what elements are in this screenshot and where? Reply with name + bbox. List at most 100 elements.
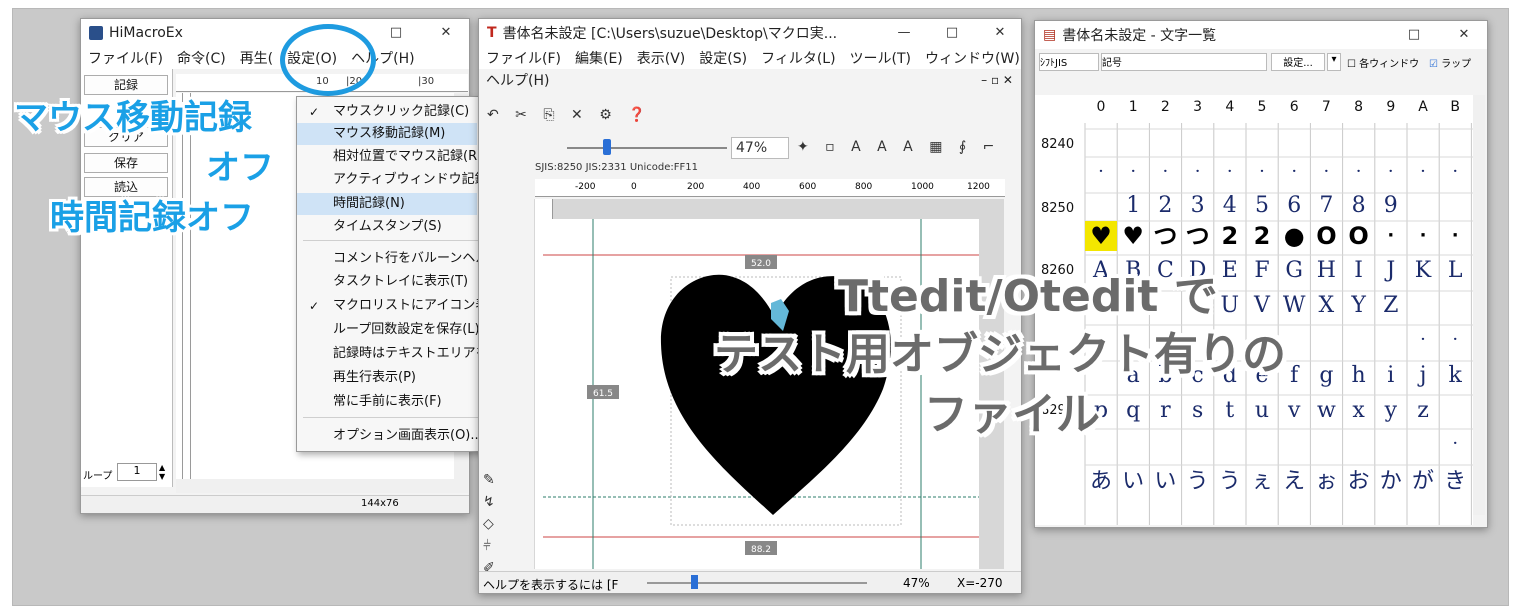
tool-palette[interactable]: ✎ ↯ ◇ ⫩ ✐ — [479, 199, 511, 589]
char-cell[interactable]: w — [1310, 395, 1342, 427]
char-cell[interactable]: 6 — [1278, 193, 1310, 219]
char-cell[interactable] — [1343, 325, 1375, 355]
maximize-icon[interactable]: □ — [1401, 25, 1427, 45]
char-cell[interactable] — [1278, 129, 1310, 157]
char-cell[interactable]: Y — [1343, 291, 1375, 321]
set-button[interactable]: 設定... — [1271, 53, 1325, 71]
char-cell[interactable]: q — [1117, 395, 1149, 427]
char-cell[interactable]: 9 — [1375, 193, 1407, 219]
zoom-slider-thumb[interactable] — [603, 139, 611, 155]
char-cell[interactable]: あ — [1085, 465, 1117, 499]
char-cell[interactable]: う — [1214, 465, 1246, 499]
char-cell[interactable] — [1310, 429, 1342, 459]
char-cell[interactable]: · — [1439, 429, 1471, 459]
char-cell[interactable] — [1246, 129, 1278, 157]
ttedit-menu-item[interactable]: ツール(T) — [843, 48, 918, 68]
char-cell[interactable]: O — [1310, 221, 1342, 251]
char-cell[interactable]: 1 — [1117, 193, 1149, 219]
status-zoom-slider[interactable] — [647, 582, 867, 584]
char-cell[interactable]: i — [1375, 361, 1407, 391]
save-button[interactable]: 保存 — [84, 153, 168, 173]
char-cell[interactable]: g — [1310, 361, 1342, 391]
char-cell[interactable] — [1439, 291, 1471, 321]
char-cell[interactable]: ♥ — [1117, 221, 1149, 251]
vertical-scrollbar[interactable] — [1473, 95, 1485, 515]
char-cell[interactable]: y — [1375, 395, 1407, 427]
char-cell[interactable]: · — [1182, 157, 1214, 187]
char-cell[interactable]: ● — [1278, 221, 1310, 251]
char-cell[interactable]: か — [1375, 465, 1407, 499]
maximize-icon[interactable]: □ — [939, 23, 965, 43]
char-cell[interactable]: · — [1439, 221, 1471, 251]
char-cell[interactable]: · — [1085, 157, 1117, 187]
char-cell[interactable]: r — [1149, 395, 1181, 427]
char-cell[interactable]: う — [1182, 465, 1214, 499]
horizontal-scrollbar[interactable] — [176, 479, 454, 493]
char-cell[interactable]: つ — [1149, 221, 1181, 251]
ttedit-menu-item[interactable]: 設定(S) — [692, 48, 754, 68]
char-cell[interactable]: · — [1407, 157, 1439, 187]
ttedit-menu-item[interactable]: 表示(V) — [630, 48, 693, 68]
char-cell[interactable] — [1182, 429, 1214, 459]
char-cell[interactable] — [1085, 129, 1117, 157]
char-cell[interactable]: K — [1407, 255, 1439, 287]
char-cell[interactable]: U — [1214, 291, 1246, 321]
char-cell[interactable] — [1407, 291, 1439, 321]
char-cell[interactable] — [1375, 429, 1407, 459]
char-cell[interactable]: · — [1117, 157, 1149, 187]
char-cell[interactable]: ぉ — [1310, 465, 1342, 499]
ttedit-menu-item[interactable]: ウィンドウ(W) — [918, 48, 1021, 68]
char-cell[interactable]: · — [1407, 325, 1439, 355]
char-cell[interactable]: z — [1407, 395, 1439, 427]
char-cell[interactable]: V — [1246, 291, 1278, 321]
menu-command[interactable]: 命令(C) — [170, 48, 233, 68]
char-cell[interactable]: え — [1278, 465, 1310, 499]
loop-count-input[interactable]: 1 — [117, 463, 157, 481]
char-cell[interactable] — [1310, 325, 1342, 355]
menu-help[interactable]: ヘルプ(H) — [479, 70, 556, 90]
char-cell[interactable]: F — [1246, 255, 1278, 287]
char-cell[interactable]: G — [1278, 255, 1310, 287]
char-cell[interactable] — [1343, 429, 1375, 459]
char-cell[interactable]: つ — [1182, 221, 1214, 251]
char-cell[interactable]: 5 — [1246, 193, 1278, 219]
char-cell[interactable]: · — [1375, 221, 1407, 251]
char-cell[interactable]: x — [1343, 395, 1375, 427]
char-cell[interactable]: h — [1343, 361, 1375, 391]
char-cell[interactable] — [1343, 129, 1375, 157]
char-cell[interactable]: 2 — [1214, 221, 1246, 251]
char-cell[interactable] — [1117, 129, 1149, 157]
ttedit-menu-item[interactable]: ファイル(F) — [479, 48, 568, 68]
char-cell[interactable] — [1439, 129, 1471, 157]
close-icon[interactable]: ✕ — [433, 23, 459, 43]
char-cell[interactable]: u — [1246, 395, 1278, 427]
maximize-icon[interactable]: □ — [383, 23, 409, 43]
char-cell[interactable] — [1407, 129, 1439, 157]
char-cell[interactable]: X — [1310, 291, 1342, 321]
char-cell[interactable]: き — [1439, 465, 1471, 499]
char-cell[interactable] — [1214, 129, 1246, 157]
char-cell[interactable]: · — [1343, 157, 1375, 187]
set-dropdown-icon[interactable]: ▾ — [1327, 53, 1341, 71]
char-cell[interactable]: · — [1246, 157, 1278, 187]
char-cell[interactable]: j — [1407, 361, 1439, 391]
charlist-titlebar[interactable]: ▤ 書体名未設定 - 文字一覧 □ ✕ — [1035, 21, 1487, 49]
char-cell[interactable]: L — [1439, 255, 1471, 287]
close-icon[interactable]: ✕ — [987, 23, 1013, 43]
char-cell[interactable]: · — [1214, 157, 1246, 187]
char-cell[interactable]: い — [1149, 465, 1181, 499]
menu-file[interactable]: ファイル(F) — [81, 48, 170, 68]
char-cell[interactable]: 4 — [1214, 193, 1246, 219]
char-cell[interactable] — [1117, 429, 1149, 459]
char-cell[interactable] — [1149, 129, 1181, 157]
char-cell[interactable] — [1439, 193, 1471, 219]
char-cell[interactable]: E — [1214, 255, 1246, 287]
char-cell[interactable]: W — [1278, 291, 1310, 321]
char-cell[interactable]: 2 — [1149, 193, 1181, 219]
char-cell[interactable] — [1278, 429, 1310, 459]
char-cell[interactable]: O — [1343, 221, 1375, 251]
char-cell[interactable]: J — [1375, 255, 1407, 287]
char-cell[interactable]: ♥ — [1085, 221, 1117, 251]
char-cell[interactable]: · — [1278, 157, 1310, 187]
char-cell[interactable] — [1439, 395, 1471, 427]
